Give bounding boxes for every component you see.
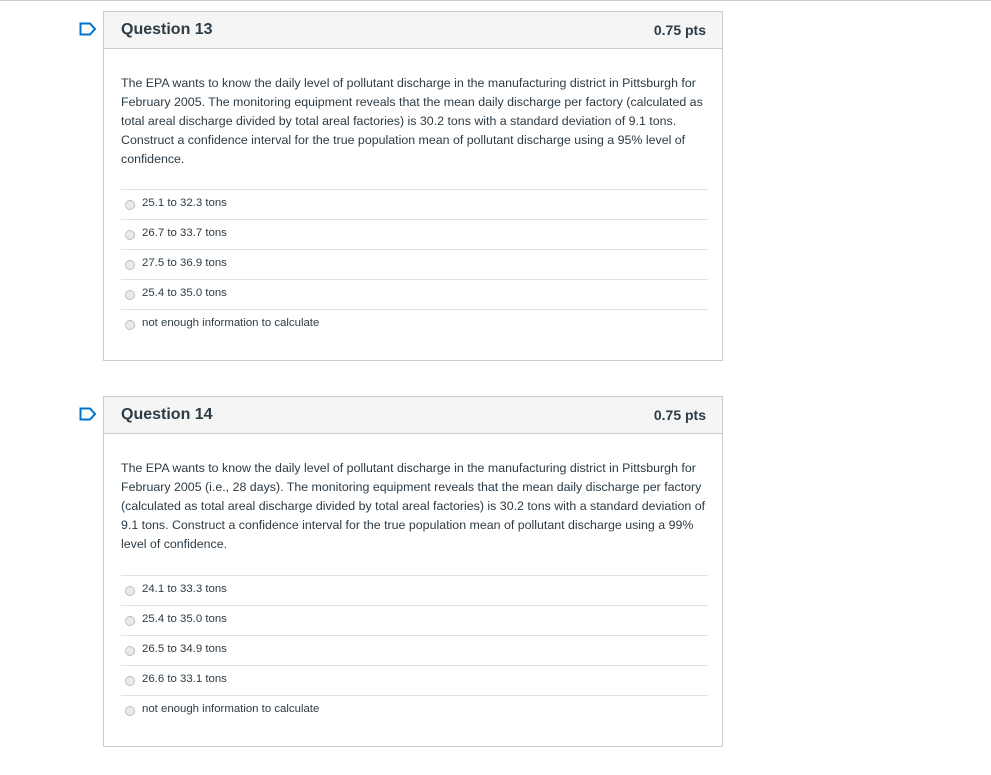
radio-button[interactable] — [125, 200, 135, 210]
answer-label[interactable]: not enough information to calculate — [142, 703, 319, 715]
question-header: Question 13 0.75 pts — [104, 12, 722, 49]
answer-label[interactable]: 26.5 to 34.9 tons — [142, 643, 227, 655]
question-text: The EPA wants to know the daily level of… — [121, 461, 706, 551]
answer-option[interactable]: 27.5 to 36.9 tons — [121, 250, 708, 280]
question-14: Question 14 0.75 pts The EPA wants to kn… — [79, 396, 723, 747]
radio-button[interactable] — [125, 706, 135, 716]
answer-option[interactable]: not enough information to calculate — [121, 696, 708, 726]
answer-option[interactable]: not enough information to calculate — [121, 310, 708, 340]
answer-label[interactable]: 25.4 to 35.0 tons — [142, 287, 227, 299]
question-points: 0.75 pts — [653, 407, 706, 423]
answer-option[interactable]: 26.5 to 34.9 tons — [121, 636, 708, 666]
question-title: Question 14 — [121, 406, 213, 423]
radio-button[interactable] — [125, 320, 135, 330]
answer-option[interactable]: 26.7 to 33.7 tons — [121, 220, 708, 250]
top-divider — [0, 0, 991, 1]
question-title: Question 13 — [121, 21, 213, 38]
answer-list: 25.1 to 32.3 tons 26.7 to 33.7 tons 27.5… — [121, 189, 708, 340]
answer-list: 24.1 to 33.3 tons 25.4 to 35.0 tons 26.5… — [121, 575, 708, 726]
radio-button[interactable] — [125, 230, 135, 240]
answer-option[interactable]: 25.4 to 35.0 tons — [121, 280, 708, 310]
answer-label[interactable]: 27.5 to 36.9 tons — [142, 257, 227, 269]
answer-label[interactable]: not enough information to calculate — [142, 317, 319, 329]
answer-label[interactable]: 25.4 to 35.0 tons — [142, 613, 227, 625]
answer-label[interactable]: 24.1 to 33.3 tons — [142, 583, 227, 595]
bookmark-flag-icon[interactable] — [79, 22, 97, 36]
answer-label[interactable]: 26.6 to 33.1 tons — [142, 673, 227, 685]
radio-button[interactable] — [125, 586, 135, 596]
question-points: 0.75 pts — [653, 22, 706, 38]
question-text: The EPA wants to know the daily level of… — [121, 76, 703, 166]
question-13: Question 13 0.75 pts The EPA wants to kn… — [79, 11, 723, 361]
radio-button[interactable] — [125, 646, 135, 656]
radio-button[interactable] — [125, 260, 135, 270]
answer-option[interactable]: 24.1 to 33.3 tons — [121, 576, 708, 606]
bookmark-flag-icon[interactable] — [79, 407, 97, 421]
radio-button[interactable] — [125, 616, 135, 626]
answer-option[interactable]: 26.6 to 33.1 tons — [121, 666, 708, 696]
answer-label[interactable]: 25.1 to 32.3 tons — [142, 197, 227, 209]
answer-option[interactable]: 25.4 to 35.0 tons — [121, 606, 708, 636]
radio-button[interactable] — [125, 290, 135, 300]
question-header: Question 14 0.75 pts — [104, 397, 722, 434]
radio-button[interactable] — [125, 676, 135, 686]
answer-label[interactable]: 26.7 to 33.7 tons — [142, 227, 227, 239]
answer-option[interactable]: 25.1 to 32.3 tons — [121, 190, 708, 220]
